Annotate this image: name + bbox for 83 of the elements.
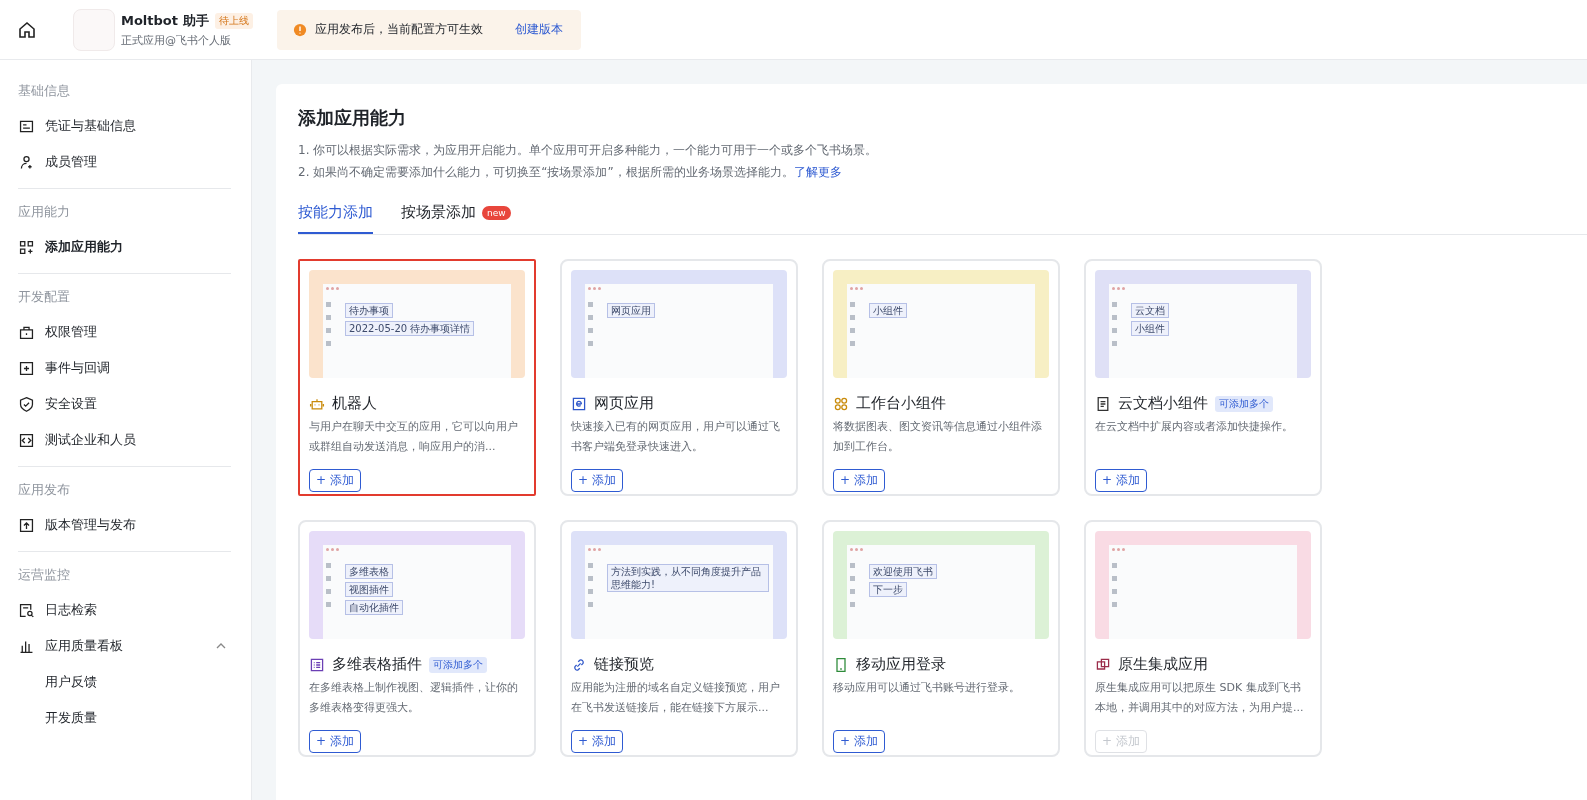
capability-card[interactable]: 方法到实践，从不同角度提升产品思维能力! 链接预览 应用能为注册的域名自定义链接预览，用户在飞书发送链接后，能在链接下方展示... + 添加 bbox=[560, 520, 798, 757]
sidebar-item[interactable]: 添加应用能力 bbox=[18, 229, 231, 265]
learn-more-link[interactable]: 了解更多 bbox=[793, 165, 842, 179]
card-description: 在云文档中扩展内容或者添加快捷操作。 bbox=[1095, 419, 1294, 435]
preview-drawing: 多维表格 视图插件 自动化插件 bbox=[309, 531, 525, 639]
sidebar-item[interactable]: 凭证与基础信息 bbox=[18, 108, 231, 144]
capability-card[interactable]: 小组件 工作台小组件 将数据图表、图文资讯等信息通过小组件添加到工作台。 + 添加 bbox=[822, 259, 1060, 496]
multi-add-tag: 可添加多个 bbox=[1215, 395, 1273, 412]
preview-drawing: 欢迎使用飞书 下一步 bbox=[833, 531, 1049, 639]
card-description: 原生集成应用可以把原生 SDK 集成到飞书本地，并调用其中的对应方法，为用户提... bbox=[1095, 680, 1305, 716]
add-button[interactable]: + 添加 bbox=[1095, 469, 1147, 492]
new-badge: new bbox=[482, 205, 511, 220]
tab[interactable]: 按场景添加 new bbox=[401, 203, 511, 234]
grid-icon bbox=[833, 395, 849, 412]
card-description: 移动应用可以通过飞书账号进行登录。 bbox=[833, 680, 1021, 696]
sidebar-item[interactable]: 日志检索 bbox=[18, 592, 231, 628]
web-icon bbox=[571, 395, 587, 412]
add-button[interactable]: + 添加 bbox=[309, 730, 361, 753]
status-tag: 待上线 bbox=[214, 12, 253, 29]
sidebar-item[interactable]: 成员管理 bbox=[18, 144, 231, 180]
card-title: 机器人 bbox=[332, 394, 377, 413]
sidebar-item[interactable]: 测试企业和人员 bbox=[18, 422, 231, 458]
preview-drawing: 网页应用 bbox=[571, 270, 787, 378]
preview-drawing: 待办事项 2022-05-20 待办事项详情 bbox=[309, 270, 525, 378]
card-title: 原生集成应用 bbox=[1118, 655, 1208, 674]
phone-icon bbox=[833, 656, 849, 673]
list-icon bbox=[309, 656, 325, 673]
create-version-link[interactable]: 创建版本 bbox=[514, 21, 563, 38]
sidebar-item[interactable]: 应用质量看板 bbox=[18, 628, 231, 664]
card-title: 云文档小组件 bbox=[1118, 394, 1208, 413]
section-title: 基础信息 bbox=[18, 82, 71, 100]
add-button[interactable]: + 添加 bbox=[833, 730, 885, 753]
sidebar-subitem[interactable]: 开发质量 bbox=[18, 700, 231, 736]
code-icon bbox=[18, 431, 35, 449]
upload-icon bbox=[18, 516, 35, 534]
grid-plus-icon bbox=[18, 238, 35, 256]
page-title: 添加应用能力 bbox=[298, 106, 407, 130]
sidebar-item[interactable]: 事件与回调 bbox=[18, 350, 231, 386]
layers-icon bbox=[1095, 656, 1111, 673]
card-title: 移动应用登录 bbox=[856, 655, 946, 674]
warning-icon bbox=[292, 22, 307, 37]
user-add-icon bbox=[18, 153, 35, 171]
note-text: 1. 你可以根据实际需求，为应用开启能力。单个应用可开启多种能力，一个能力可用于一个或多个飞书场景。 bbox=[298, 142, 879, 159]
card-description: 在多维表格上制作视图、逻辑插件，让你的多维表格变得更强大。 bbox=[309, 680, 519, 716]
capability-card[interactable]: 云文档 小组件 云文档小组件 可添加多个 在云文档中扩展内容或者添加快捷操作。 + 添加 bbox=[1084, 259, 1322, 496]
section-title: 应用发布 bbox=[18, 481, 71, 499]
add-button[interactable]: + 添加 bbox=[571, 730, 623, 753]
card-description: 与用户在聊天中交互的应用，它可以向用户或群组自动发送消息，响应用户的消... bbox=[309, 419, 519, 455]
preview-drawing: 小组件 bbox=[833, 270, 1049, 378]
document-icon bbox=[1095, 395, 1111, 412]
sidebar-item[interactable]: 权限管理 bbox=[18, 314, 231, 350]
log-search-icon bbox=[18, 601, 35, 619]
home-icon[interactable] bbox=[17, 19, 37, 40]
link-icon bbox=[571, 656, 587, 673]
notice-text: 应用发布后，当前配置方可生效 bbox=[314, 21, 483, 38]
capability-card[interactable]: 多维表格 视图插件 自动化插件 多维表格插件 可添加多个 在多维表格上制作视图、逻辑插件，让你的多维表格变得更强大。 + 添加 bbox=[298, 520, 536, 757]
card-description: 应用能为注册的域名自定义链接预览，用户在飞书发送链接后，能在链接下方展示... bbox=[571, 680, 781, 716]
sidebar-subitem[interactable]: 用户反馈 bbox=[18, 664, 231, 700]
app-name: Moltbot 助手 bbox=[121, 11, 209, 30]
card-title: 网页应用 bbox=[594, 394, 654, 413]
add-button[interactable]: + 添加 bbox=[571, 469, 623, 492]
card-description: 快速接入已有的网页应用，用户可以通过飞书客户端免登录快速进入。 bbox=[571, 419, 781, 455]
multi-add-tag: 可添加多个 bbox=[429, 656, 487, 673]
section-title: 运营监控 bbox=[18, 566, 71, 584]
add-button[interactable]: + 添加 bbox=[309, 469, 361, 492]
note-text: 2. 如果尚不确定需要添加什么能力，可切换至“按场景添加”，根据所需的业务场景选择能力。了解更多 bbox=[298, 164, 843, 181]
preview-drawing: 云文档 小组件 bbox=[1095, 270, 1311, 378]
shield-icon bbox=[18, 395, 35, 413]
section-title: 应用能力 bbox=[18, 203, 71, 221]
capability-card[interactable]: 待办事项 2022-05-20 待办事项详情 机器人 与用户在聊天中交互的应用，它可以向用户或群组自动发送消息，响应用户的消... + 添加 bbox=[298, 259, 536, 496]
sidebar-item[interactable]: 版本管理与发布 bbox=[18, 507, 231, 543]
card-description: 将数据图表、图文资讯等信息通过小组件添加到工作台。 bbox=[833, 419, 1043, 455]
capability-card[interactable]: 网页应用 网页应用 快速接入已有的网页应用，用户可以通过飞书客户端免登录快速进入。 + 添加 bbox=[560, 259, 798, 496]
section-title: 开发配置 bbox=[18, 288, 71, 306]
sidebar-item[interactable]: 安全设置 bbox=[18, 386, 231, 422]
preview-drawing: 方法到实践，从不同角度提升产品思维能力! bbox=[571, 531, 787, 639]
capability-card[interactable]: 欢迎使用飞书 下一步 移动应用登录 移动应用可以通过飞书账号进行登录。 + 添加 bbox=[822, 520, 1060, 757]
tab[interactable]: 按能力添加 bbox=[298, 203, 373, 234]
card-title: 链接预览 bbox=[594, 655, 654, 674]
add-button[interactable]: + 添加 bbox=[833, 469, 885, 492]
card-title: 工作台小组件 bbox=[856, 394, 946, 413]
card-title: 多维表格插件 bbox=[332, 655, 422, 674]
app-subtitle: 正式应用@飞书个人版 bbox=[121, 32, 232, 48]
